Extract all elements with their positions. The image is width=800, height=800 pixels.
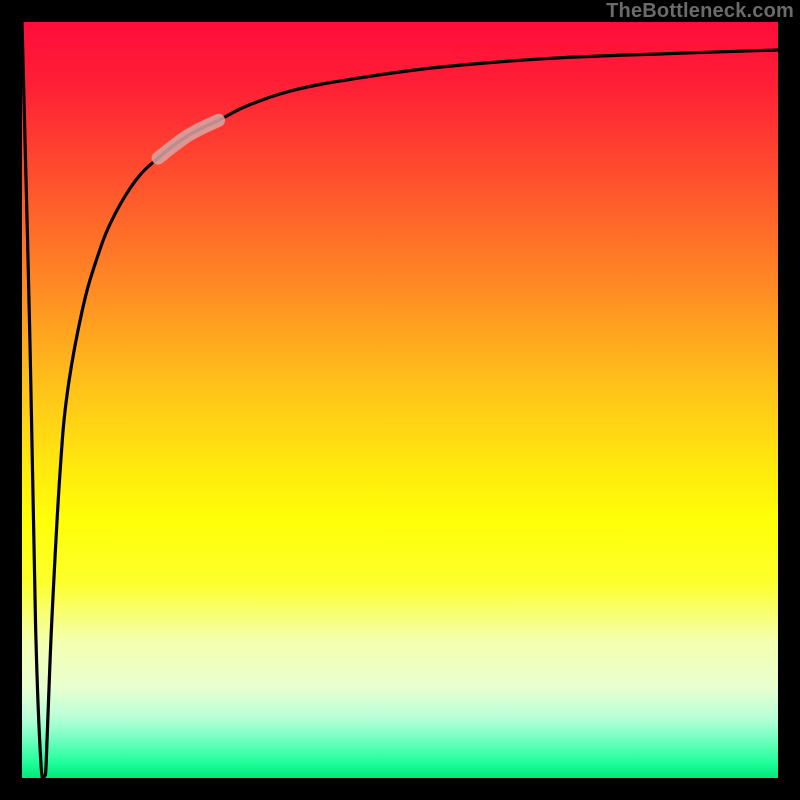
watermark-text: TheBottleneck.com — [606, 0, 794, 23]
plot-background-gradient — [22, 22, 778, 778]
chart-container: TheBottleneck.com — [0, 0, 800, 800]
